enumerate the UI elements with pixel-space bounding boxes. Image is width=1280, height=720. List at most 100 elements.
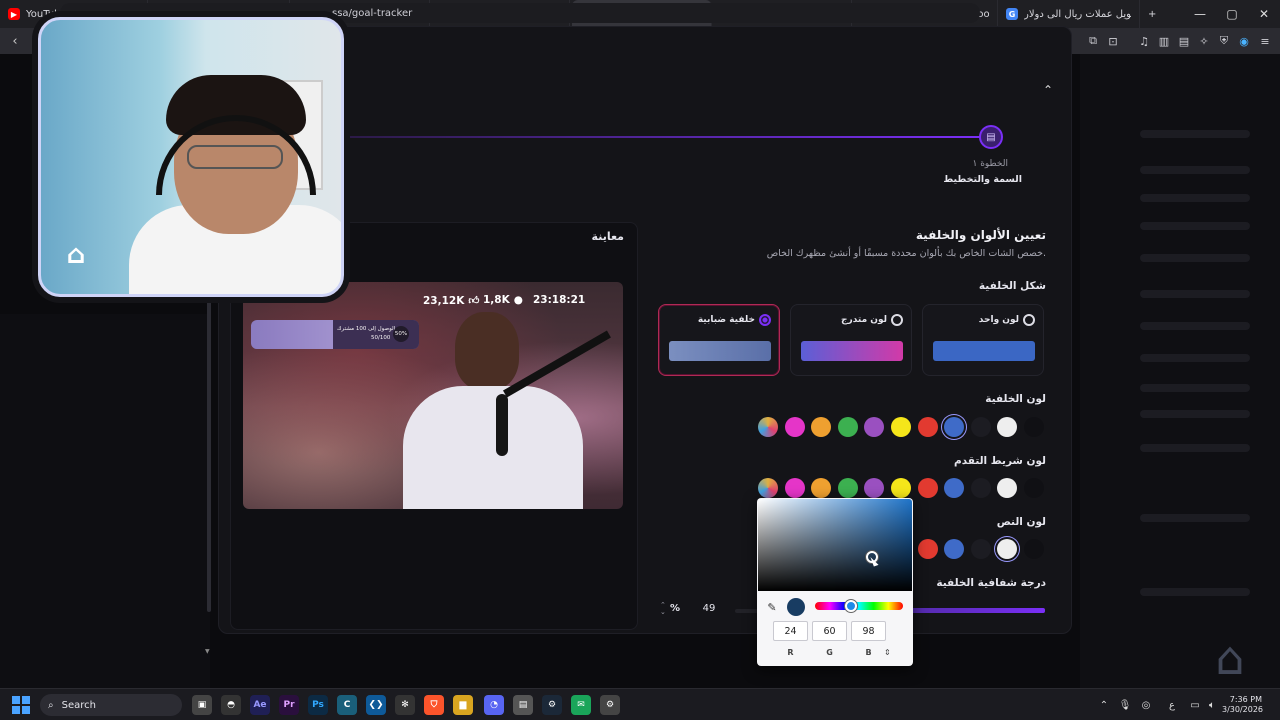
radio-icon[interactable] — [1023, 314, 1035, 326]
color-swatch[interactable] — [1024, 539, 1044, 559]
opacity-input[interactable]: 49 — [692, 603, 726, 614]
profile-icon[interactable]: ◉ — [1235, 32, 1253, 50]
user-icon: ● — [513, 294, 523, 306]
blue-input[interactable]: 98 — [851, 621, 886, 641]
new-tab-button[interactable]: + — [1140, 0, 1164, 28]
github-icon[interactable]: ◓ — [221, 695, 241, 715]
color-swatch[interactable] — [837, 417, 858, 437]
color-swatch[interactable] — [970, 539, 991, 559]
taskbar-search[interactable]: ⌕ Search — [40, 694, 182, 716]
music-icon[interactable]: ♫ — [1135, 32, 1153, 50]
color-swatch[interactable] — [891, 478, 911, 498]
leo-icon[interactable]: ✧ — [1195, 32, 1213, 50]
language-indicator[interactable]: ع — [1165, 698, 1179, 712]
microphone-icon — [496, 394, 508, 456]
color-swatch[interactable] — [864, 417, 885, 437]
color-swatch[interactable] — [997, 539, 1018, 559]
sidebar-icon[interactable]: ▥ — [1155, 32, 1173, 50]
maximize-icon[interactable]: ▢ — [1216, 0, 1248, 28]
collapse-icon[interactable]: ⌃ — [1040, 82, 1056, 98]
color-swatch[interactable] — [970, 417, 991, 437]
menu-icon[interactable]: ≡ — [1256, 32, 1274, 50]
start-icon[interactable] — [12, 696, 30, 714]
color-swatch[interactable] — [970, 478, 991, 498]
file-explorer-icon[interactable]: ▆ — [453, 695, 473, 715]
color-swatch[interactable] — [997, 478, 1018, 498]
screenshot-icon[interactable]: ⊡ — [1104, 32, 1122, 50]
search-icon: ⌕ — [48, 699, 54, 711]
close-window-icon[interactable]: ✕ — [1248, 0, 1280, 28]
bg-option-label: خلفية ضبابية — [697, 315, 755, 325]
saturation-area[interactable] — [758, 499, 912, 591]
color-swatch[interactable] — [784, 417, 805, 437]
color-swatch[interactable] — [837, 478, 858, 498]
color-swatch[interactable] — [944, 417, 965, 437]
browser-tab[interactable]: G تحويل عملات ريال الى دولار - Google — [998, 0, 1140, 28]
volume-icon[interactable]: 🔈︎ — [1205, 698, 1219, 712]
settings-icon[interactable]: ⚙ — [600, 695, 620, 715]
step-icon[interactable]: ▤ — [979, 125, 1003, 149]
radio-icon[interactable] — [891, 314, 903, 326]
scrollbar[interactable] — [207, 296, 211, 612]
bg-option-swatch — [801, 341, 903, 361]
color-swatch[interactable] — [784, 478, 805, 498]
photoshop-icon[interactable]: Ps — [308, 695, 328, 715]
cursor-app-icon[interactable]: C — [337, 695, 357, 715]
copilot-icon[interactable]: ◎ — [1139, 698, 1153, 712]
clock[interactable]: 7:36 PM 3/30/2026 — [1222, 695, 1263, 715]
custom-color-icon[interactable] — [758, 417, 778, 437]
color-swatch[interactable] — [891, 417, 911, 437]
task-view-icon[interactable]: ▣ — [192, 695, 212, 715]
eyedropper-icon[interactable]: ✎ — [765, 600, 779, 614]
color-swatch[interactable] — [917, 539, 938, 559]
green-label: G — [826, 648, 833, 657]
color-swatch[interactable] — [811, 478, 832, 498]
wallet-icon[interactable]: ▤ — [1175, 32, 1193, 50]
vscode-icon[interactable]: ❮❯ — [366, 695, 386, 715]
minimize-icon[interactable]: — — [1184, 0, 1216, 28]
hue-thumb[interactable] — [845, 600, 857, 612]
color-swatch[interactable] — [811, 417, 832, 437]
brave-icon[interactable]: ⛉ — [424, 695, 444, 715]
color-swatch[interactable] — [917, 478, 938, 498]
back-icon[interactable]: ‹ — [5, 31, 25, 51]
bg-option-label: لون واحد — [978, 315, 1019, 325]
progress-color-label: لون شريط التقدم — [954, 455, 1046, 467]
radio-icon[interactable] — [759, 314, 771, 326]
chatgpt-icon[interactable]: ✻ — [395, 695, 415, 715]
blue-label: B — [865, 648, 872, 657]
color-swatch[interactable] — [1024, 478, 1044, 498]
color-swatch[interactable] — [944, 478, 965, 498]
steam-icon[interactable]: ⚙ — [542, 695, 562, 715]
color-swatch[interactable] — [997, 417, 1018, 437]
clock-time: 7:36 PM — [1229, 695, 1262, 704]
bg-option-card[interactable]: خلفية ضبابية — [658, 304, 780, 376]
green-input[interactable]: 60 — [812, 621, 847, 641]
scroll-down-icon[interactable]: ▼ — [205, 648, 213, 656]
extensions-icon[interactable]: ⧉ — [1084, 32, 1102, 50]
goal-percent: 50% — [393, 326, 409, 342]
taskbar: ⌕ Search ▣ ◓ Ae Pr Ps C ❮❯ ✻ ⛉ ▆ ◔ ▤ ⚙ ✉… — [0, 688, 1280, 720]
opacity-stepper-icon[interactable]: ⌃ ⌄ — [660, 602, 666, 616]
tray-chevron-icon[interactable]: ⌃ — [1097, 698, 1111, 712]
bg-option-card[interactable]: لون متدرج — [790, 304, 912, 376]
network-icon[interactable]: ▭ — [1188, 698, 1202, 712]
channel-logo-icon: ⌂ — [66, 240, 86, 270]
after-effects-icon[interactable]: Ae — [250, 695, 270, 715]
color-swatch[interactable] — [944, 539, 965, 559]
color-preview — [787, 598, 805, 616]
color-swatch[interactable] — [1024, 417, 1044, 437]
microphone-icon[interactable]: 🎙︎ — [1118, 698, 1132, 712]
vpn-icon[interactable]: ⛨ — [1215, 32, 1233, 50]
chat-app-icon[interactable]: ✉ — [571, 695, 591, 715]
discord-icon[interactable]: ◔ — [484, 695, 504, 715]
color-swatch[interactable] — [864, 478, 885, 498]
notepad-icon[interactable]: ▤ — [513, 695, 533, 715]
format-toggle-icon[interactable]: ⇕ — [884, 648, 891, 657]
color-swatch[interactable] — [917, 417, 938, 437]
hue-slider[interactable] — [815, 602, 903, 610]
bg-option-card[interactable]: لون واحد — [922, 304, 1044, 376]
red-input[interactable]: 24 — [773, 621, 808, 641]
premiere-icon[interactable]: Pr — [279, 695, 299, 715]
custom-color-icon[interactable] — [758, 478, 778, 498]
